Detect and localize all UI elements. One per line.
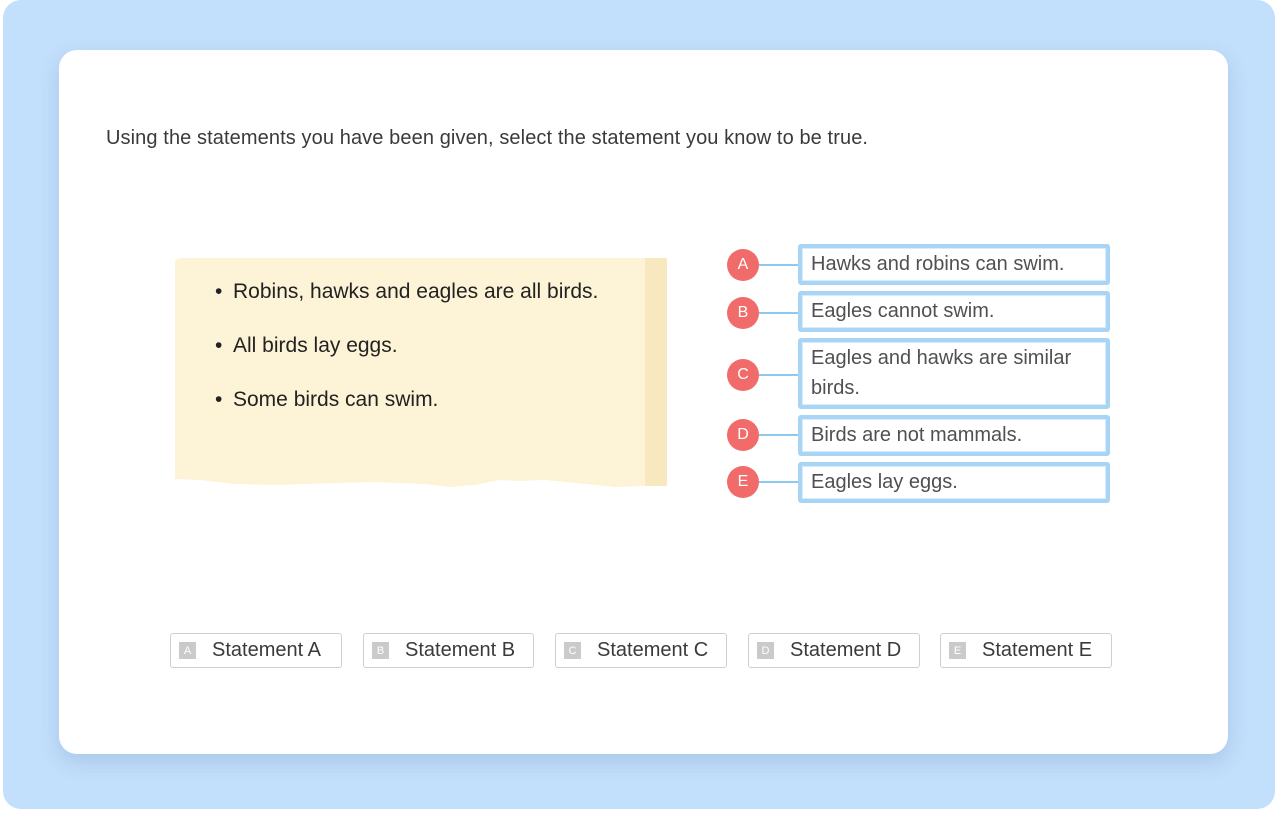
statement-text: Some birds can swim. <box>233 388 439 411</box>
statement-text: All birds lay eggs. <box>233 334 398 357</box>
question-card: Using the statements you have been given… <box>59 50 1228 754</box>
list-item: • All birds lay eggs. <box>215 334 398 357</box>
keyboard-shortcut-key: D <box>757 642 774 659</box>
keyboard-shortcut-key: C <box>564 642 581 659</box>
button-label: Statement B <box>405 639 516 661</box>
option-connector <box>759 374 799 376</box>
statement-c-button[interactable]: C Statement C <box>555 633 727 668</box>
option-connector <box>759 434 799 436</box>
list-item: • Some birds can swim. <box>215 388 439 411</box>
button-label: Statement D <box>790 639 902 661</box>
statement-a-button[interactable]: A Statement A <box>170 633 342 668</box>
keyboard-shortcut-key: A <box>179 642 196 659</box>
button-label: Statement C <box>597 639 709 661</box>
option-connector <box>759 481 799 483</box>
option-text: Birds are not mammals. <box>798 415 1110 456</box>
option-connector <box>759 264 799 266</box>
option-text: Eagles lay eggs. <box>798 462 1110 503</box>
keyboard-shortcut-key: B <box>372 642 389 659</box>
option-letter-badge: E <box>727 466 759 498</box>
statement-e-button[interactable]: E Statement E <box>940 633 1112 668</box>
page-background: Using the statements you have been given… <box>3 0 1275 809</box>
option-connector <box>759 312 799 314</box>
option-text: Hawks and robins can swim. <box>798 244 1110 285</box>
statement-d-button[interactable]: D Statement D <box>748 633 920 668</box>
option-letter-badge: D <box>727 419 759 451</box>
option-text: Eagles and hawks are similar birds. <box>798 338 1110 409</box>
option-text: Eagles cannot swim. <box>798 291 1110 332</box>
button-label: Statement E <box>982 639 1093 661</box>
question-prompt: Using the statements you have been given… <box>106 127 869 149</box>
list-item: • Robins, hawks and eagles are all birds. <box>215 280 599 303</box>
statements-note: • Robins, hawks and eagles are all birds.… <box>175 258 667 488</box>
statement-b-button[interactable]: B Statement B <box>363 633 534 668</box>
option-letter-badge: B <box>727 297 759 329</box>
button-label: Statement A <box>212 639 321 661</box>
option-letter-badge: A <box>727 249 759 281</box>
statement-text: Robins, hawks and eagles are all birds. <box>233 280 599 303</box>
option-letter-badge: C <box>727 359 759 391</box>
statements-list: • Robins, hawks and eagles are all birds.… <box>175 278 598 440</box>
keyboard-shortcut-key: E <box>949 642 966 659</box>
